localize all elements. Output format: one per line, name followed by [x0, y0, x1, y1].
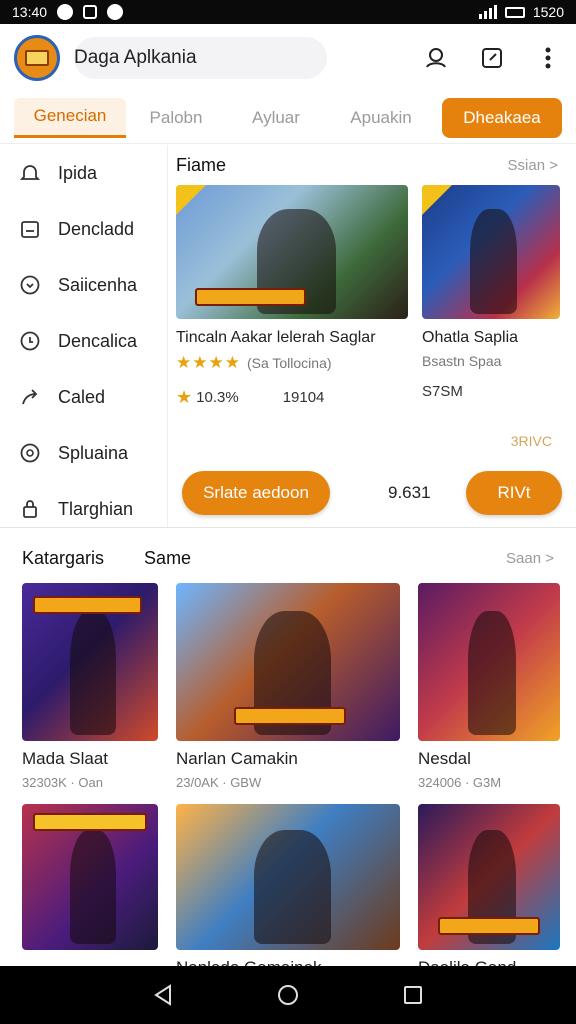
divider	[0, 527, 576, 528]
featured-card[interactable]: Tincaln Aakar lelerah Saglar ★★★★ (Sa To…	[176, 185, 408, 408]
tab-bar: Genecian Palobn Ayluar Apuakin Dheakaea	[0, 92, 576, 144]
game-thumbnail	[418, 804, 560, 950]
categories-header: Katargaris Same Saan >	[0, 540, 576, 576]
sidebar-item-label: Dencladd	[58, 218, 135, 239]
edit-icon[interactable]	[478, 44, 506, 72]
sidebar-item-ipida[interactable]: Ipida	[0, 145, 167, 201]
game-grid: Mada Slaat 32303K · Oan Narlan Camakin 2…	[22, 583, 562, 978]
sidebar-item-saiicenha[interactable]: Saiicenha	[0, 257, 167, 313]
game-thumbnail	[176, 185, 408, 319]
game-card[interactable]: Narlan Camakin 23/0AK · GBW	[176, 583, 400, 790]
account-icon[interactable]	[422, 44, 450, 72]
game-name: Ohatla Saplia	[422, 329, 519, 346]
clock-icon	[18, 329, 42, 353]
tab-palobn[interactable]: Palobn	[126, 98, 226, 138]
system-navigation-bar	[0, 966, 576, 1024]
featured-title: Fiame	[176, 154, 227, 175]
game-subtitle: Bsastn Spaa	[422, 353, 502, 369]
star-icon: ★	[176, 387, 193, 407]
sidebar-item-label: Tlarghian	[58, 498, 134, 519]
bell-icon	[18, 161, 42, 185]
tab-ayluar[interactable]: Ayluar	[226, 98, 326, 138]
sidebar-item-caled[interactable]: Caled	[0, 369, 167, 425]
game-name: Nesdal	[418, 749, 471, 768]
sidebar-item-spluaina[interactable]: Spluaina	[0, 425, 167, 481]
signal-icon	[478, 5, 497, 19]
chevron-circle-icon	[18, 273, 42, 297]
share-icon	[18, 385, 42, 409]
featured-see-all-link[interactable]: Ssian >	[508, 157, 570, 174]
rating-stars-icon: ★★★★	[176, 353, 241, 372]
categories-see-all-link[interactable]: Saan >	[506, 550, 554, 567]
game-card[interactable]	[22, 804, 158, 978]
game-card[interactable]: Nanlado Gamainek	[176, 804, 400, 978]
game-downloads: 19104	[282, 389, 325, 406]
side-note: 3RIVC	[510, 433, 552, 449]
count-value: 9.631	[388, 483, 431, 502]
status-time: 13:40	[12, 4, 48, 20]
game-meta: 324006 · G3M	[418, 775, 502, 790]
tab-dheakaea-button[interactable]: Dheakaea	[442, 97, 562, 138]
home-icon[interactable]	[274, 981, 302, 1009]
messenger-icon	[107, 4, 124, 20]
sidebar-item-tlarghian[interactable]: Tlarghian	[0, 481, 167, 537]
chat-icon	[18, 441, 42, 465]
featured-section: Fiame Ssian > Tincaln Aakar lelerah Sagl…	[170, 145, 576, 527]
app-bar: Daga Aplkania	[0, 24, 576, 92]
game-thumbnail	[422, 185, 560, 319]
more-options-icon[interactable]	[534, 44, 562, 72]
game-card[interactable]: Daalila Gand	[418, 804, 560, 978]
game-meta: 23/0AK · GBW	[176, 775, 262, 790]
sidebar-item-label: Dencalica	[58, 330, 138, 351]
secondary-action-button[interactable]: RIVt	[466, 471, 562, 515]
gallery-icon	[83, 5, 98, 19]
categories-title: Katargaris	[22, 547, 105, 568]
categories-subtitle: Same	[144, 547, 192, 568]
lock-icon	[18, 497, 42, 521]
featured-card[interactable]: Ohatla Saplia Bsastn Spaa S7SM	[422, 185, 560, 408]
recents-icon[interactable]	[399, 981, 427, 1009]
notification-icon	[57, 4, 74, 20]
game-name: Mada Slaat	[22, 749, 108, 768]
sidebar-item-label: Caled	[58, 386, 106, 407]
sidebar-item-dencalica[interactable]: Dencalica	[0, 313, 167, 369]
download-icon	[18, 217, 42, 241]
game-thumbnail	[176, 804, 400, 950]
battery-icon	[504, 6, 525, 18]
game-card[interactable]: Nesdal 324006 · G3M	[418, 583, 560, 790]
sidebar-item-label: Ipida	[58, 162, 98, 183]
status-right-time: 1520	[532, 4, 564, 20]
game-card[interactable]: Mada Slaat 32303K · Oan	[22, 583, 158, 790]
game-name: Tincaln Aakar lelerah Saglar	[176, 329, 376, 346]
rating-text: (Sa Tollocina)	[246, 355, 332, 371]
status-bar: 13:40 1520	[0, 0, 576, 24]
sidebar: Ipida Dencladd Saiicenha Dencalica Caled…	[0, 145, 168, 527]
game-meta: 32303K · Oan	[22, 775, 103, 790]
game-thumbnail	[176, 583, 400, 741]
sidebar-item-label: Spluaina	[58, 442, 129, 463]
app-title[interactable]: Daga Aplkania	[74, 37, 327, 79]
sidebar-item-dencladd[interactable]: Dencladd	[0, 201, 167, 257]
game-thumbnail	[418, 583, 560, 741]
game-thumbnail	[22, 804, 158, 950]
app-logo	[14, 35, 60, 81]
primary-action-button[interactable]: Srlate aedoon	[182, 471, 330, 515]
game-name: Narlan Camakin	[176, 749, 298, 768]
game-thumbnail	[22, 583, 158, 741]
sidebar-item-label: Saiicenha	[58, 274, 138, 295]
back-icon[interactable]	[149, 981, 177, 1009]
game-size: S7SM	[422, 383, 463, 400]
tab-apuakin[interactable]: Apuakin	[326, 98, 436, 138]
tab-genecian[interactable]: Genecian	[14, 97, 126, 138]
game-rating: 10.3%	[196, 389, 239, 406]
